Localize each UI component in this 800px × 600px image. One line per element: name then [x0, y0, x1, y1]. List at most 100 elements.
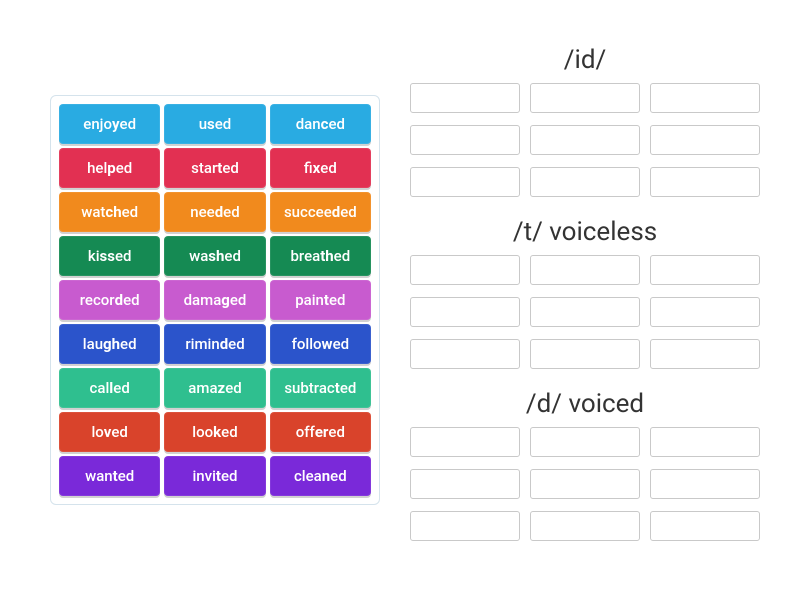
tile-text-post: ed	[340, 379, 357, 397]
word-tile[interactable]: followed	[270, 324, 371, 364]
drop-slot[interactable]	[650, 339, 760, 369]
group-title: /t/ voiceless	[410, 217, 760, 247]
tile-text-pre: nee	[190, 203, 214, 221]
drop-slot[interactable]	[530, 469, 640, 499]
tile-text-bold: sh	[208, 247, 224, 265]
tile-text-bold: w	[322, 335, 333, 353]
drop-slot[interactable]	[650, 427, 760, 457]
word-tile[interactable]: laughed	[59, 324, 160, 364]
drop-slot[interactable]	[530, 511, 640, 541]
drop-slot[interactable]	[410, 255, 520, 285]
tile-text-post: ed	[113, 379, 130, 397]
drop-slot[interactable]	[410, 427, 520, 457]
tile-text-post: ed	[340, 203, 357, 221]
word-tile[interactable]: enjoyed	[59, 104, 160, 144]
word-tile[interactable]: called	[59, 368, 160, 408]
word-tile[interactable]: recorded	[59, 280, 160, 320]
tile-text-post: ed	[330, 467, 347, 485]
tile-text-pre: brea	[290, 247, 320, 265]
tile-text-pre: wat	[81, 203, 105, 221]
word-tile[interactable]: washed	[164, 236, 265, 276]
drop-slot[interactable]	[650, 167, 760, 197]
drop-slot[interactable]	[530, 297, 640, 327]
tile-text-bold: z	[218, 379, 226, 397]
word-tile[interactable]: succeeded	[270, 192, 371, 232]
word-tile[interactable]: looked	[164, 412, 265, 452]
drop-grid	[410, 427, 760, 555]
drop-slot[interactable]	[650, 125, 760, 155]
word-tile[interactable]: fixed	[270, 148, 371, 188]
tile-text-post: ed	[122, 203, 139, 221]
drop-slot[interactable]	[530, 83, 640, 113]
tile-text-post: ed	[230, 291, 247, 309]
drop-slot[interactable]	[410, 339, 520, 369]
tile-text-bold: v	[104, 423, 112, 441]
word-tile[interactable]: danced	[270, 104, 371, 144]
drop-slot[interactable]	[410, 469, 520, 499]
word-tile[interactable]: cleaned	[270, 456, 371, 496]
drop-slot[interactable]	[410, 167, 520, 197]
word-tile[interactable]: used	[164, 104, 265, 144]
tile-text-pre: hel	[87, 159, 107, 177]
drop-slot[interactable]	[650, 255, 760, 285]
tile-text-bold: th	[320, 247, 333, 265]
word-tile[interactable]: started	[164, 148, 265, 188]
tile-text-post: ed	[120, 115, 137, 133]
word-tile[interactable]: needed	[164, 192, 265, 232]
drop-slot[interactable]	[530, 427, 640, 457]
word-tile[interactable]: helped	[59, 148, 160, 188]
word-tile[interactable]: offered	[270, 412, 371, 452]
tile-text-post: ed	[334, 247, 351, 265]
word-tile[interactable]: watched	[59, 192, 160, 232]
tile-text-post: ed	[223, 203, 240, 221]
drop-slot[interactable]	[530, 339, 640, 369]
drop-slot[interactable]	[530, 255, 640, 285]
tile-text-bold: gh	[103, 335, 120, 353]
drop-slot[interactable]	[410, 511, 520, 541]
word-tile[interactable]: kissed	[59, 236, 160, 276]
tile-text-pre: dan	[296, 115, 321, 133]
tile-text-bold: n	[322, 467, 330, 485]
word-tile[interactable]: invited	[164, 456, 265, 496]
word-tile[interactable]: amazed	[164, 368, 265, 408]
tile-text-bold: ss	[100, 247, 115, 265]
tile-text-pre: recor	[80, 291, 115, 309]
group-title: /id/	[410, 45, 760, 75]
drop-slot[interactable]	[530, 125, 640, 155]
tile-text-post: ed	[320, 159, 337, 177]
tile-text-bold: d	[332, 203, 340, 221]
word-tile[interactable]: subtracted	[270, 368, 371, 408]
tile-text-bold: ch	[105, 203, 121, 221]
tile-text-pre: lau	[83, 335, 103, 353]
drop-slot[interactable]	[410, 297, 520, 327]
word-tile[interactable]: riminded	[164, 324, 265, 364]
word-tile[interactable]: wanted	[59, 456, 160, 496]
tile-text-post: ed	[111, 423, 128, 441]
tile-text-pre: subtrac	[284, 379, 334, 397]
drop-grid	[410, 83, 760, 211]
drop-slot[interactable]	[650, 511, 760, 541]
drop-slot[interactable]	[410, 125, 520, 155]
tile-text-post: ed	[221, 423, 238, 441]
tile-text-pre: u	[199, 115, 207, 133]
tile-text-bold: p	[107, 159, 115, 177]
target-group: /id/	[410, 45, 760, 211]
drop-slot[interactable]	[650, 297, 760, 327]
tile-text-pre: ki	[88, 247, 100, 265]
tile-text-post: ed	[120, 335, 137, 353]
word-tile[interactable]: painted	[270, 280, 371, 320]
word-tile[interactable]: breathed	[270, 236, 371, 276]
drop-slot[interactable]	[530, 167, 640, 197]
tile-text-post: ed	[228, 335, 245, 353]
tile-text-post: ed	[328, 115, 345, 133]
tile-text-bold: s	[207, 115, 215, 133]
tile-text-post: ed	[118, 467, 135, 485]
tile-text-post: ed	[116, 159, 133, 177]
drop-slot[interactable]	[410, 83, 520, 113]
drop-slot[interactable]	[650, 469, 760, 499]
tile-text-pre: dama	[184, 291, 222, 309]
drop-slot[interactable]	[650, 83, 760, 113]
tile-text-post: ed	[333, 335, 350, 353]
word-tile[interactable]: damaged	[164, 280, 265, 320]
word-tile[interactable]: loved	[59, 412, 160, 452]
